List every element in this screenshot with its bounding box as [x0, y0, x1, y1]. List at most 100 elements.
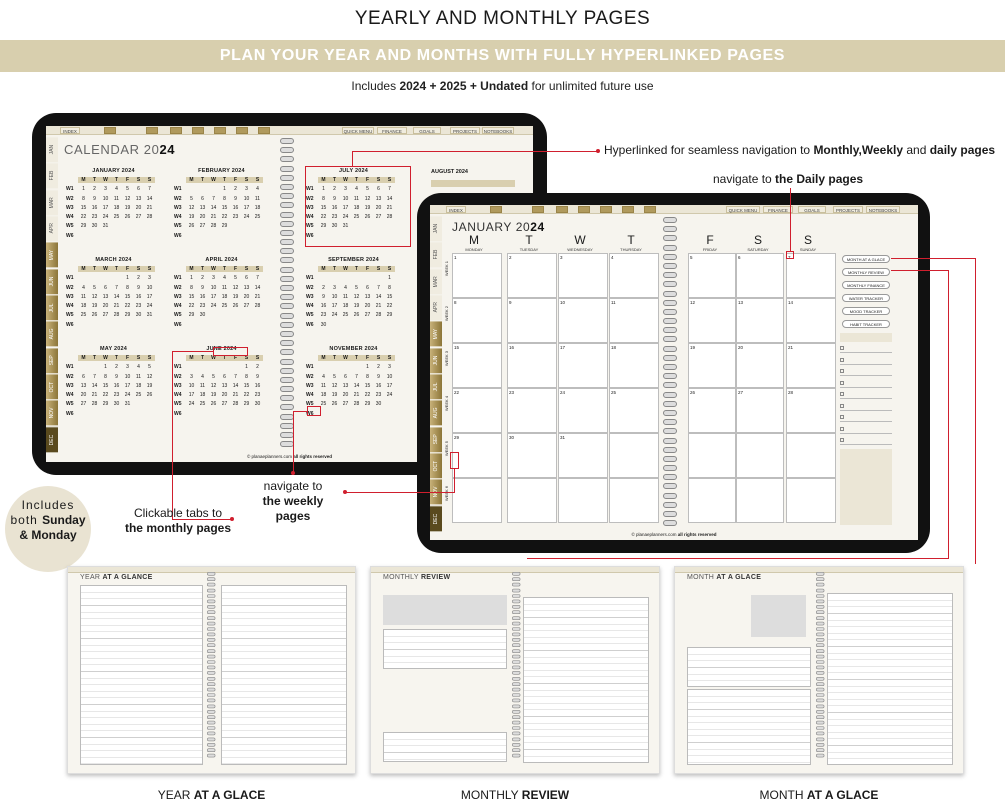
- week-label[interactable]: WEEK 1: [444, 261, 449, 276]
- day-link[interactable]: 4: [197, 374, 208, 380]
- day-link[interactable]: 2: [373, 364, 384, 370]
- day-link[interactable]: 5: [122, 186, 133, 192]
- nav-icon-5[interactable]: [214, 127, 226, 134]
- day-link[interactable]: 5: [186, 196, 197, 202]
- day-link[interactable]: 19: [208, 392, 219, 398]
- day-cell[interactable]: 21: [786, 343, 836, 388]
- day-cell[interactable]: 5: [688, 253, 736, 298]
- day-cell[interactable]: [452, 478, 502, 523]
- day-link[interactable]: 14: [144, 196, 155, 202]
- nav-finance[interactable]: FINANCE: [377, 127, 407, 134]
- day-link[interactable]: 24: [241, 214, 252, 220]
- day-link[interactable]: 29: [241, 401, 252, 407]
- day-link[interactable]: 6: [219, 374, 230, 380]
- checkbox[interactable]: [840, 415, 844, 419]
- week-link[interactable]: W3: [174, 294, 186, 300]
- day-link[interactable]: 25: [252, 214, 263, 220]
- nav-goals[interactable]: GOALS: [413, 127, 441, 134]
- checkbox[interactable]: [840, 426, 844, 431]
- day-link[interactable]: 31: [144, 312, 155, 318]
- day-link[interactable]: 15: [100, 383, 111, 389]
- day-link[interactable]: 16: [111, 383, 122, 389]
- day-link[interactable]: 10: [100, 196, 111, 202]
- day-cell[interactable]: 17: [558, 343, 608, 388]
- day-link[interactable]: 10: [186, 383, 197, 389]
- day-link[interactable]: 16: [373, 383, 384, 389]
- day-link[interactable]: 19: [144, 383, 155, 389]
- day-link[interactable]: 21: [351, 392, 362, 398]
- day-link[interactable]: 22: [241, 392, 252, 398]
- checkbox[interactable]: [840, 380, 844, 385]
- day-link[interactable]: 9: [89, 196, 100, 202]
- day-link[interactable]: 12: [208, 383, 219, 389]
- week-link[interactable]: W3: [66, 205, 78, 211]
- day-link[interactable]: 29: [362, 401, 373, 407]
- monthly-tab-oct[interactable]: OCT: [430, 452, 442, 479]
- day-link[interactable]: 14: [111, 294, 122, 300]
- day-link[interactable]: 22: [100, 392, 111, 398]
- day-cell[interactable]: [558, 478, 608, 523]
- day-link[interactable]: 17: [186, 392, 197, 398]
- nav-icon-2-2[interactable]: [532, 206, 544, 213]
- day-link[interactable]: 3: [241, 186, 252, 192]
- day-link[interactable]: 26: [122, 214, 133, 220]
- week-label[interactable]: WEEK 5: [444, 441, 449, 456]
- day-link[interactable]: 3: [100, 186, 111, 192]
- day-link[interactable]: 6: [197, 196, 208, 202]
- day-link[interactable]: 2: [89, 186, 100, 192]
- day-link[interactable]: 20: [197, 214, 208, 220]
- day-cell[interactable]: 4: [609, 253, 659, 298]
- day-link[interactable]: 18: [111, 205, 122, 211]
- day-link[interactable]: 3: [384, 364, 395, 370]
- nav-goals-2[interactable]: GOALS: [798, 206, 826, 213]
- day-cell[interactable]: 2: [507, 253, 557, 298]
- day-link[interactable]: 23: [318, 312, 329, 318]
- day-link[interactable]: 12: [122, 196, 133, 202]
- week-link[interactable]: W4: [174, 303, 186, 309]
- nav-icon-6[interactable]: [236, 127, 248, 134]
- day-link[interactable]: 4: [219, 275, 230, 281]
- checklist-row[interactable]: [840, 401, 892, 411]
- week-link[interactable]: W2: [174, 196, 186, 202]
- day-link[interactable]: 4: [340, 285, 351, 291]
- day-link[interactable]: 6: [100, 285, 111, 291]
- day-link[interactable]: 18: [318, 392, 329, 398]
- day-link[interactable]: 17: [122, 383, 133, 389]
- day-link[interactable]: 19: [89, 303, 100, 309]
- day-link[interactable]: 13: [340, 383, 351, 389]
- checkbox[interactable]: [840, 403, 844, 408]
- day-link[interactable]: 18: [252, 205, 263, 211]
- day-link[interactable]: 13: [241, 285, 252, 291]
- day-cell[interactable]: 30: [507, 433, 557, 478]
- day-link[interactable]: 19: [230, 294, 241, 300]
- day-link[interactable]: 15: [362, 383, 373, 389]
- day-link[interactable]: 22: [384, 303, 395, 309]
- mini-month[interactable]: MAY 2024 M T W T F S S W1 1 2 3 4 5 W2 6 7 8 9 10 11 12 W3 13 14…: [66, 346, 161, 417]
- day-link[interactable]: 21: [252, 294, 263, 300]
- day-link[interactable]: 1: [122, 275, 133, 281]
- mini-month[interactable]: APRIL 2024 M T W T F S S W1 1 2 3 4 5 6 7 W2 8 9 10 11 12 13 14…: [174, 257, 269, 328]
- week-link[interactable]: W1: [174, 275, 186, 281]
- week-link[interactable]: W2: [306, 374, 318, 380]
- week-label[interactable]: WEEK 6: [444, 486, 449, 501]
- day-link[interactable]: 7: [230, 374, 241, 380]
- nav-icon-1[interactable]: [104, 127, 116, 134]
- day-link[interactable]: 25: [111, 214, 122, 220]
- day-link[interactable]: 15: [122, 294, 133, 300]
- day-link[interactable]: 20: [340, 392, 351, 398]
- day-link[interactable]: 27: [133, 214, 144, 220]
- yearly-tab-may[interactable]: MAY: [46, 241, 58, 268]
- week-link[interactable]: W3: [174, 383, 186, 389]
- nav-icon-2[interactable]: [146, 127, 158, 134]
- quick-menu-button[interactable]: HABIT TRACKER: [842, 320, 890, 328]
- day-cell[interactable]: 7: [786, 253, 836, 298]
- day-link[interactable]: 30: [133, 312, 144, 318]
- week-link[interactable]: W1: [66, 364, 78, 370]
- day-link[interactable]: 7: [111, 285, 122, 291]
- checklist-row[interactable]: [840, 412, 892, 422]
- day-link[interactable]: 24: [122, 392, 133, 398]
- day-link[interactable]: 16: [197, 294, 208, 300]
- monthly-tab-apr[interactable]: APR: [430, 294, 442, 321]
- week-link[interactable]: W5: [66, 401, 78, 407]
- week-link[interactable]: W2: [66, 285, 78, 291]
